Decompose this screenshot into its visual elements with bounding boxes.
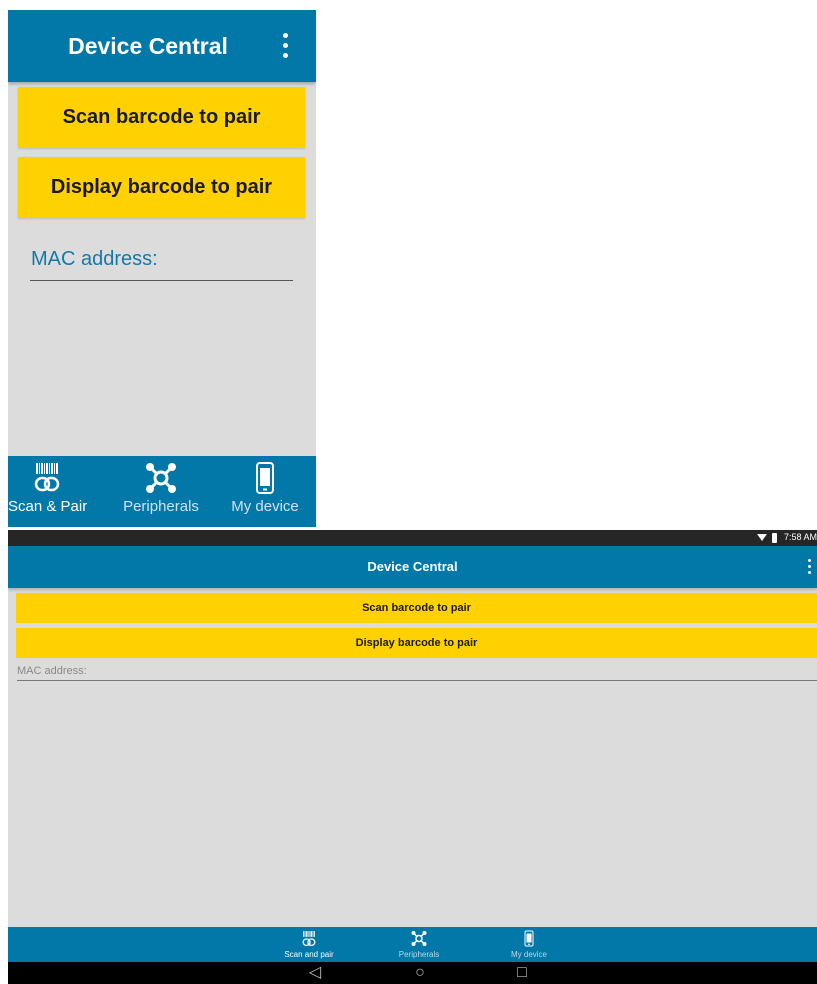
nav-item-label: Peripherals [123, 498, 199, 515]
back-icon[interactable]: ◁ [295, 962, 335, 984]
barcode-link-icon [34, 463, 60, 492]
nav-item-label: My device [510, 950, 547, 959]
mac-address-placeholder: MAC address: [17, 665, 87, 677]
wifi-battery-icon [757, 533, 777, 543]
status-time: 7:58 AM [783, 532, 817, 542]
nav-item-peripherals[interactable]: Peripherals [116, 456, 206, 527]
phone-device-icon [256, 462, 274, 494]
nav-item-scan-pair[interactable]: Scan and pair [268, 927, 350, 962]
nav-item-label: Scan and pair [284, 950, 334, 959]
peripherals-icon [146, 463, 176, 493]
app-title: Device Central [367, 559, 458, 574]
display-barcode-button[interactable]: Display barcode to pair [18, 157, 305, 218]
overflow-menu-icon[interactable] [805, 558, 815, 576]
peripherals-icon [411, 931, 427, 946]
phone-screenshot: Device Central Scan barcode to pair Disp… [8, 10, 316, 527]
nav-item-peripherals[interactable]: Peripherals [378, 927, 460, 962]
nav-item-scan-pair[interactable]: Scan & Pair [8, 456, 88, 527]
phone-device-icon [524, 930, 534, 947]
barcode-link-icon [302, 931, 316, 947]
nav-item-my-device[interactable]: My device [488, 927, 570, 962]
mac-address-input[interactable]: MAC address: [30, 248, 293, 281]
nav-item-label: My device [231, 498, 299, 515]
scan-barcode-button[interactable]: Scan barcode to pair [16, 593, 817, 623]
app-title: Device Central [68, 33, 228, 59]
tablet-screenshot: 7:58 AM Device Central Scan barcode to p… [8, 530, 817, 984]
mac-address-placeholder: MAC address: [31, 248, 158, 270]
display-barcode-button[interactable]: Display barcode to pair [16, 628, 817, 658]
nav-item-label: Scan & Pair [8, 498, 88, 515]
overflow-menu-icon[interactable] [276, 32, 296, 60]
bottom-navigation: Scan & Pair Peripherals My device [8, 456, 316, 527]
nav-item-label: Peripherals [398, 950, 440, 959]
home-icon[interactable]: ○ [400, 962, 440, 984]
system-navigation-bar: ◁ ○ □ [8, 962, 817, 984]
status-bar: 7:58 AM [8, 530, 817, 546]
recents-icon[interactable]: □ [502, 962, 542, 984]
scan-barcode-button[interactable]: Scan barcode to pair [18, 87, 305, 148]
mac-address-input[interactable]: MAC address: [17, 663, 817, 681]
nav-item-my-device[interactable]: My device [220, 456, 310, 527]
bottom-navigation: Scan and pair Peripherals My device [8, 927, 817, 962]
